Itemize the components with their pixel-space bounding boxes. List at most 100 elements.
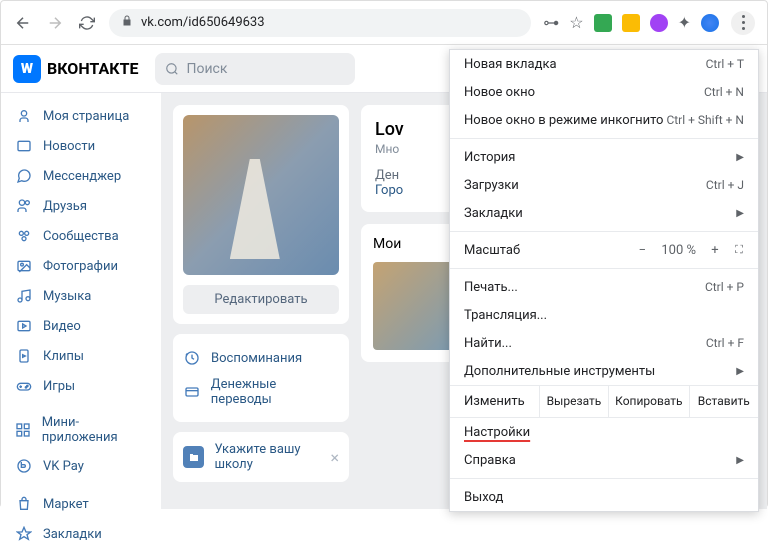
groups-icon	[15, 227, 33, 245]
sidebar-label: Друзья	[43, 199, 87, 214]
profile-photo[interactable]	[183, 115, 339, 275]
menu-label: Новое окно	[464, 85, 535, 100]
reload-button[interactable]	[77, 13, 97, 33]
sidebar-label: Мини-приложения	[42, 415, 147, 445]
menu-new-tab[interactable]: Новая вкладка Ctrl + T	[450, 50, 758, 78]
shortcut: Ctrl + N	[704, 85, 744, 99]
menu-cast[interactable]: Трансляция...	[450, 301, 758, 329]
extension-icon[interactable]	[622, 14, 640, 32]
menu-edit-row: Изменить Вырезать Копировать Вставить	[450, 385, 758, 418]
transfers-label: Денежные переводы	[211, 377, 339, 407]
sidebar: Моя страница Новости Мессенджер Друзья С…	[1, 93, 161, 509]
forward-button[interactable]	[45, 13, 65, 33]
sidebar-item-news[interactable]: Новости	[1, 131, 161, 161]
shortcut: Ctrl + T	[706, 57, 744, 71]
birthday-label: Ден	[375, 168, 399, 183]
sidebar-item-friends[interactable]: Друзья	[1, 191, 161, 221]
sidebar-item-groups[interactable]: Сообщества	[1, 221, 161, 251]
sidebar-item-vkpay[interactable]: VK Pay	[1, 451, 161, 481]
lock-icon	[121, 15, 133, 31]
sidebar-item-photos[interactable]: Фотографии	[1, 251, 161, 281]
sidebar-item-music[interactable]: Музыка	[1, 281, 161, 311]
menu-label: Справка	[464, 453, 516, 468]
menu-settings[interactable]: Настройки	[450, 418, 758, 446]
fullscreen-icon[interactable]: ⛶	[734, 243, 744, 257]
sidebar-item-market[interactable]: Маркет	[1, 489, 161, 519]
card-icon	[183, 383, 201, 401]
menu-tools[interactable]: Дополнительные инструменты▶	[450, 357, 758, 385]
profile-card: Редактировать	[173, 105, 349, 324]
url-text: vk.com/id650649633	[141, 15, 265, 30]
menu-incognito[interactable]: Новое окно в режиме инкогнитоCtrl + Shif…	[450, 106, 758, 134]
sidebar-item-miniapps[interactable]: Мини-приложения	[1, 409, 161, 451]
menu-find[interactable]: Найти...Ctrl + F	[450, 329, 758, 357]
address-bar[interactable]: vk.com/id650649633	[109, 9, 531, 37]
photo-icon	[15, 257, 33, 275]
chrome-menu-button[interactable]	[731, 11, 755, 35]
vk-logo[interactable]: W ВКОНТАКТЕ	[13, 55, 139, 83]
menu-history[interactable]: История ▶	[450, 143, 758, 171]
extensions-area: ⊶ ☆ ✦	[543, 13, 719, 32]
paste-button[interactable]: Вставить	[689, 386, 758, 417]
menu-label: Масштаб	[464, 243, 520, 258]
chevron-right-icon: ▶	[736, 152, 744, 163]
sidebar-label: Маркет	[43, 497, 89, 512]
sidebar-label: VK Pay	[43, 459, 84, 474]
grid-icon	[15, 421, 32, 439]
extension-icon[interactable]	[594, 14, 612, 32]
menu-label: Закладки	[464, 206, 523, 221]
chevron-right-icon: ▶	[736, 208, 744, 219]
news-icon	[15, 137, 33, 155]
music-icon	[15, 287, 33, 305]
menu-downloads[interactable]: ЗагрузкиCtrl + J	[450, 171, 758, 199]
search-icon	[165, 62, 179, 76]
school-prompt[interactable]: Укажите вашу школу ×	[173, 432, 349, 482]
user-icon	[15, 107, 33, 125]
photo-thumb[interactable]	[373, 262, 461, 350]
sidebar-label: Мессенджер	[43, 169, 121, 184]
edit-button[interactable]: Редактировать	[183, 285, 339, 314]
left-column: Редактировать Воспоминания Денежные пере…	[173, 105, 349, 497]
menu-help[interactable]: Справка▶	[450, 446, 758, 474]
sidebar-item-games[interactable]: Игры	[1, 371, 161, 401]
menu-bookmarks[interactable]: Закладки ▶	[450, 199, 758, 227]
sidebar-item-clips[interactable]: Клипы	[1, 341, 161, 371]
menu-label: Новая вкладка	[464, 57, 557, 72]
sidebar-label: Новости	[43, 139, 95, 154]
sidebar-item-bookmarks[interactable]: Закладки	[1, 519, 161, 549]
memories-label: Воспоминания	[211, 351, 302, 366]
search-input[interactable]: Поиск	[155, 53, 355, 85]
shortcut: Ctrl + P	[705, 280, 744, 294]
menu-new-window[interactable]: Новое окно Ctrl + N	[450, 78, 758, 106]
school-label: Укажите вашу школу	[214, 442, 339, 472]
sidebar-label: Игры	[43, 379, 75, 394]
chat-icon	[15, 167, 33, 185]
copy-button[interactable]: Копировать	[608, 386, 688, 417]
memories-link[interactable]: Воспоминания	[183, 344, 339, 372]
game-icon	[15, 377, 33, 395]
video-icon	[15, 317, 33, 335]
shortcut: Ctrl + J	[706, 178, 744, 192]
friends-icon	[15, 197, 33, 215]
sidebar-item-messenger[interactable]: Мессенджер	[1, 161, 161, 191]
sidebar-item-video[interactable]: Видео	[1, 311, 161, 341]
menu-exit[interactable]: Выход	[450, 483, 758, 511]
star-icon[interactable]: ☆	[569, 13, 583, 32]
puzzle-icon[interactable]: ✦	[678, 13, 691, 32]
menu-label: Трансляция...	[464, 308, 547, 323]
menu-zoom: Масштаб−100 %+⛶	[450, 236, 758, 264]
back-button[interactable]	[13, 13, 33, 33]
menu-print[interactable]: Печать...Ctrl + P	[450, 273, 758, 301]
sidebar-label: Клипы	[43, 349, 84, 364]
sidebar-item-profile[interactable]: Моя страница	[1, 101, 161, 131]
extension-icon[interactable]	[650, 14, 668, 32]
key-icon[interactable]: ⊶	[543, 13, 559, 32]
close-icon[interactable]: ×	[330, 448, 339, 467]
zoom-in-button[interactable]: +	[710, 243, 720, 258]
profile-avatar[interactable]	[701, 14, 719, 32]
transfers-link[interactable]: Денежные переводы	[183, 372, 339, 412]
menu-label: История	[464, 150, 515, 165]
city-link[interactable]: Горо	[375, 183, 403, 198]
zoom-out-button[interactable]: −	[637, 243, 647, 258]
cut-button[interactable]: Вырезать	[539, 386, 608, 417]
